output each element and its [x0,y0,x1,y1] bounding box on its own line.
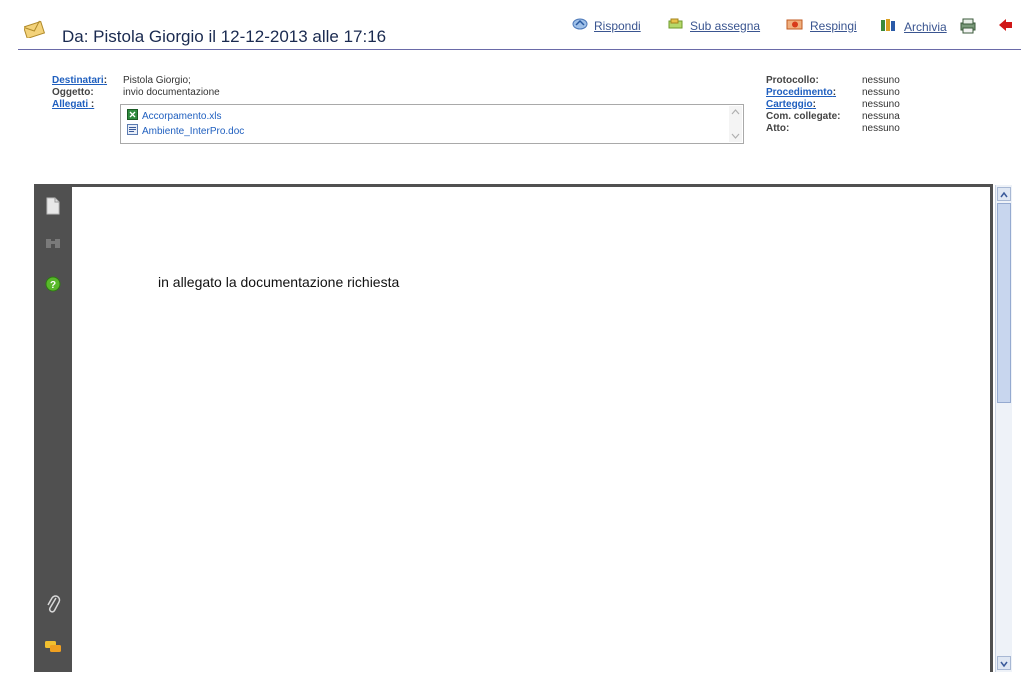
comments-icon[interactable] [44,639,62,660]
procedure-value: nessuno [862,87,900,98]
linked-label: Com. collegate: [766,111,841,122]
act-label: Atto: [766,123,790,134]
binoculars-icon[interactable] [44,236,62,255]
reject-icon [786,18,810,33]
reject-button[interactable]: Respingi [786,18,857,33]
attachments-link[interactable]: Allegati : [52,99,94,110]
reply-button[interactable]: Rispondi [572,18,641,33]
linked-value: nessuna [862,111,900,122]
procedure-link[interactable]: Procedimento: [766,87,836,98]
reject-label: Respingi [810,18,857,33]
page-thumbnails-icon[interactable] [46,197,60,220]
recipients-value: Pistola Giorgio; [123,75,191,86]
attachments-list: Accorpamento.xls Ambiente_InterPro.doc [120,104,744,144]
scroll-down-button[interactable] [997,656,1011,670]
title-divider [18,49,1021,50]
file-value: nessuno [862,99,900,110]
archive-button[interactable]: Archivia [880,18,947,35]
viewer-scrollbar[interactable] [995,185,1012,672]
attachment-name: Accorpamento.xls [142,110,222,122]
excel-file-icon [127,109,142,123]
protocol-label: Protocollo: [766,75,819,86]
subject-value: invio documentazione [123,87,220,98]
attachment-item[interactable]: Accorpamento.xls [127,109,221,123]
file-link[interactable]: Carteggio: [766,99,816,110]
subject-label: Oggetto: [52,87,94,98]
viewer-sidebar: ? [34,184,72,672]
help-icon[interactable]: ? [45,276,61,297]
archive-label: Archivia [904,19,947,34]
protocol-value: nessuno [862,75,900,86]
archive-icon [880,18,904,35]
sub-assign-icon [668,18,690,33]
back-button[interactable] [998,18,1020,35]
attachment-item[interactable]: Ambiente_InterPro.doc [127,124,244,138]
document-body: in allegato la documentazione richiesta [158,274,400,290]
reply-label: Rispondi [594,18,641,33]
attachment-name: Ambiente_InterPro.doc [142,125,245,137]
attachments-scrollbar[interactable] [729,106,742,142]
sub-assign-label: Sub assegna [690,18,761,33]
act-value: nessuno [862,123,900,134]
scroll-up-button[interactable] [997,187,1011,201]
document-viewer: ? in allegato la documentazione richiest… [34,184,993,672]
paperclip-icon[interactable] [45,594,61,619]
scroll-thumb[interactable] [997,203,1011,403]
reply-icon [572,18,594,33]
word-file-icon [127,124,142,138]
back-arrow-icon [998,18,1020,35]
sub-assign-button[interactable]: Sub assegna [668,18,760,33]
print-button[interactable] [958,18,984,37]
document-page: in allegato la documentazione richiesta [72,187,990,672]
svg-text:?: ? [50,280,56,291]
action-toolbar: Rispondi Sub assegna Respingi Archivia [0,18,1023,38]
print-icon [958,18,984,37]
recipients-link[interactable]: Destinatari: [52,75,107,86]
